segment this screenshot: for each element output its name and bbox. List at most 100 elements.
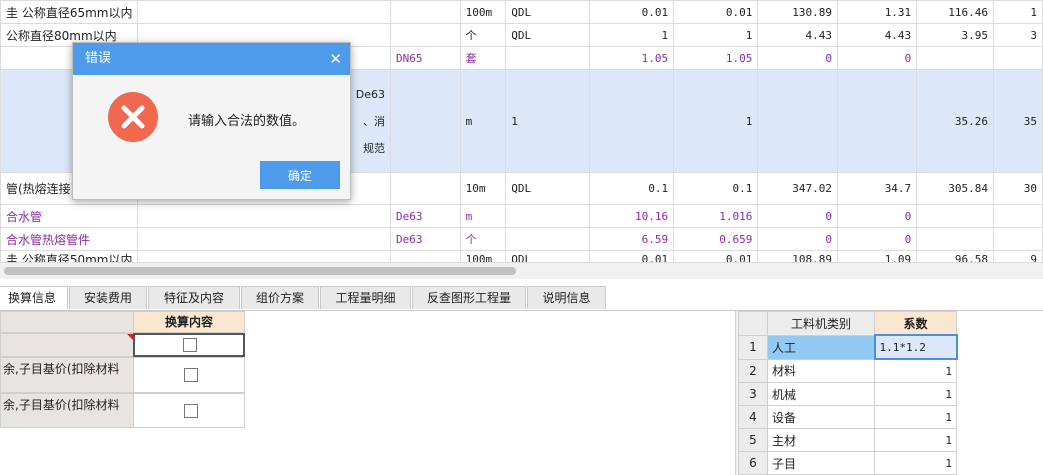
coefficient-cell[interactable]: 1 <box>874 382 957 406</box>
table-cell[interactable]: 0.01 <box>588 0 675 24</box>
tab-pricing-plan[interactable]: 组价方案 <box>241 286 319 309</box>
table-cell[interactable] <box>837 69 918 173</box>
table-cell[interactable] <box>137 250 392 262</box>
dialog-titlebar[interactable]: 错误 ✕ <box>73 43 350 75</box>
table-row[interactable]: 合水管热熔管件 De63 个 6.59 0.659 0 0 <box>0 227 1043 251</box>
table-cell[interactable] <box>390 23 461 47</box>
table-cell[interactable]: 个 <box>459 23 507 47</box>
table-cell[interactable]: 305.84 <box>916 172 995 205</box>
table-cell[interactable] <box>390 0 461 24</box>
conversion-check-cell[interactable] <box>133 357 245 393</box>
table-cell[interactable]: 个 <box>459 227 507 251</box>
coefficient-cell[interactable]: 1 <box>874 451 957 475</box>
table-cell[interactable]: 圭 公称直径50mm以内 <box>0 250 139 262</box>
table-cell[interactable]: 34.7 <box>837 172 918 205</box>
table-cell[interactable]: 3.95 <box>916 23 995 47</box>
category-cell[interactable]: 主材 <box>767 428 875 452</box>
table-cell[interactable]: 1 <box>588 23 675 47</box>
table-cell[interactable] <box>993 204 1043 228</box>
table-cell[interactable]: 0.659 <box>673 227 759 251</box>
table-cell[interactable]: 0.01 <box>673 0 759 24</box>
table-cell[interactable]: QDL <box>505 23 590 47</box>
category-cell[interactable]: 人工 <box>767 334 875 360</box>
table-cell[interactable]: 1 <box>673 69 759 173</box>
ok-button[interactable]: 确定 <box>260 161 340 189</box>
category-cell[interactable]: 机械 <box>767 382 875 406</box>
table-cell[interactable] <box>137 227 392 251</box>
coefficient-input[interactable]: 1.1*1.2 <box>873 334 958 360</box>
table-cell[interactable]: 圭 公称直径65mm以内 <box>0 0 139 24</box>
table-cell[interactable]: 4.43 <box>757 23 839 47</box>
table-cell[interactable]: 0 <box>757 204 839 228</box>
coefficient-row[interactable]: 5 主材 1 <box>738 428 957 452</box>
category-cell[interactable]: 设备 <box>767 405 875 429</box>
table-cell[interactable]: 合水管热熔管件 <box>0 227 139 251</box>
table-cell[interactable]: QDL <box>505 250 590 262</box>
table-cell[interactable] <box>390 172 461 205</box>
category-cell[interactable]: 材料 <box>767 358 875 383</box>
table-cell[interactable] <box>993 227 1043 251</box>
table-cell[interactable]: 0 <box>757 227 839 251</box>
table-cell[interactable]: m <box>459 204 507 228</box>
conversion-check-cell[interactable] <box>133 393 245 428</box>
table-cell[interactable]: 1.09 <box>837 250 918 262</box>
table-cell[interactable]: 4.43 <box>837 23 918 47</box>
table-cell[interactable]: 0.1 <box>673 172 759 205</box>
coefficient-row[interactable]: 4 设备 1 <box>738 405 957 429</box>
table-cell[interactable]: 1.016 <box>673 204 759 228</box>
table-cell[interactable] <box>757 69 839 173</box>
table-cell[interactable] <box>137 0 392 24</box>
table-cell[interactable]: 116.46 <box>916 0 995 24</box>
table-cell[interactable]: 0.01 <box>588 250 675 262</box>
table-cell[interactable] <box>505 204 590 228</box>
conversion-check-cell[interactable] <box>133 333 245 357</box>
tab-quantity-detail[interactable]: 工程量明细 <box>320 286 411 309</box>
table-cell[interactable]: 30 <box>993 172 1043 205</box>
conversion-checkbox[interactable] <box>183 338 197 352</box>
table-cell[interactable]: 130.89 <box>757 0 839 24</box>
close-icon[interactable]: ✕ <box>329 43 342 75</box>
tab-install-fee[interactable]: 安装费用 <box>69 286 147 309</box>
table-cell[interactable] <box>505 227 590 251</box>
table-cell[interactable]: 1.05 <box>588 46 675 70</box>
table-cell[interactable] <box>916 227 995 251</box>
table-cell[interactable]: 0.01 <box>673 250 759 262</box>
table-cell[interactable] <box>916 46 995 70</box>
table-cell[interactable]: De63 <box>390 204 461 228</box>
table-cell[interactable] <box>588 69 675 173</box>
table-cell[interactable]: 0 <box>837 227 918 251</box>
table-cell[interactable] <box>505 46 590 70</box>
tab-conversion-info[interactable]: 换算信息 <box>0 286 68 309</box>
table-cell[interactable]: 108.89 <box>757 250 839 262</box>
coefficient-row[interactable]: 3 机械 1 <box>738 382 957 406</box>
table-cell[interactable]: 10m <box>459 172 507 205</box>
conversion-checkbox[interactable] <box>184 403 198 418</box>
coefficient-row[interactable]: 2 材料 1 <box>738 358 957 383</box>
scrollbar-thumb[interactable] <box>4 267 516 275</box>
tab-features[interactable]: 特征及内容 <box>148 286 240 309</box>
table-cell[interactable]: 35 <box>993 69 1043 173</box>
table-cell[interactable]: DN65 <box>390 46 461 70</box>
table-row[interactable]: 合水管 De63 m 10.16 1.016 0 0 <box>0 204 1043 228</box>
table-cell[interactable] <box>916 204 995 228</box>
coefficient-cell[interactable]: 1 <box>874 358 957 383</box>
table-cell[interactable]: 347.02 <box>757 172 839 205</box>
table-cell[interactable] <box>390 250 461 262</box>
category-cell[interactable]: 子目 <box>767 451 875 475</box>
table-cell[interactable]: 套 <box>459 46 507 70</box>
table-cell[interactable]: 10.16 <box>588 204 675 228</box>
coefficient-row[interactable]: 6 子目 1 <box>738 451 957 475</box>
table-cell[interactable]: 0 <box>837 46 918 70</box>
table-cell[interactable]: QDL <box>505 0 590 24</box>
table-cell[interactable] <box>993 46 1043 70</box>
tab-reverse-quantity[interactable]: 反查图形工程量 <box>412 286 526 309</box>
table-cell[interactable] <box>390 69 461 173</box>
table-cell[interactable]: 合水管 <box>0 204 139 228</box>
table-cell[interactable]: 96.58 <box>916 250 995 262</box>
table-cell[interactable]: 6.59 <box>588 227 675 251</box>
table-cell[interactable]: 100m <box>459 250 507 262</box>
table-cell[interactable]: 9 <box>993 250 1043 262</box>
table-cell[interactable]: QDL <box>505 172 590 205</box>
table-cell[interactable]: 3 <box>993 23 1043 47</box>
horizontal-scrollbar[interactable] <box>0 262 1043 279</box>
